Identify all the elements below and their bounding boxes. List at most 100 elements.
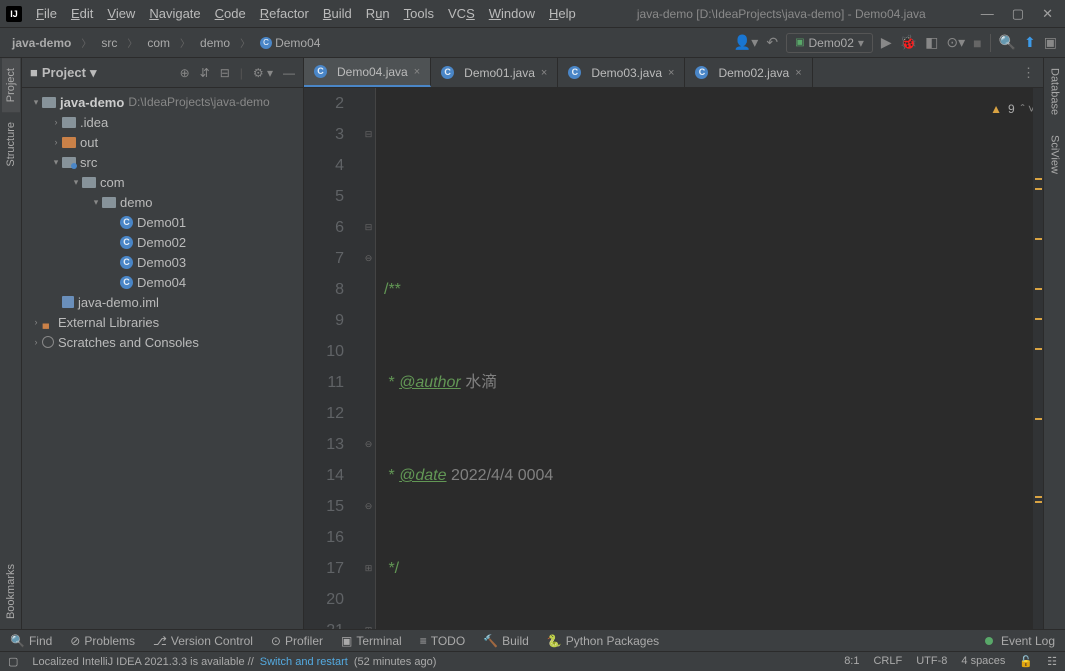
status-restart-link[interactable]: Switch and restart (260, 656, 348, 668)
tab-demo04[interactable]: CDemo04.java× (304, 58, 431, 87)
select-opened-icon[interactable]: ⊕ (180, 66, 190, 80)
tool-terminal[interactable]: ▣ Terminal (341, 634, 402, 648)
tree-scratch[interactable]: ›Scratches and Consoles (22, 332, 303, 352)
tree-com[interactable]: ▾com (22, 172, 303, 192)
main-menu: File Edit View Navigate Code Refactor Bu… (30, 3, 582, 24)
class-icon: C (120, 256, 133, 269)
status-icon[interactable]: ▢ (8, 655, 18, 668)
collapse-all-icon[interactable]: ⊟ (220, 66, 230, 80)
crumb-src[interactable]: src (97, 34, 121, 52)
status-readonly-icon[interactable]: 🔓 (1019, 655, 1033, 668)
stop-button[interactable]: ■ (973, 35, 981, 51)
ide-settings-button[interactable]: ▣ (1044, 34, 1057, 51)
code-content[interactable]: ▲9 ˆ ˅ /** * @author 水滴 * @date 2022/4/4… (376, 88, 1043, 629)
gutter-sciview[interactable]: SciView (1046, 125, 1064, 184)
class-icon: C (314, 65, 327, 78)
class-icon: C (120, 276, 133, 289)
coverage-button[interactable]: ◧ (925, 34, 938, 51)
search-button[interactable]: 🔍 (999, 34, 1016, 51)
code-editor[interactable]: 2345678910111213141516172021 ⊟⊟⊖⊖⊖⊞⊞ ▲9 … (304, 88, 1043, 629)
status-encoding[interactable]: UTF-8 (916, 655, 947, 668)
minimize-button[interactable]: — (981, 6, 994, 22)
status-eol[interactable]: CRLF (873, 655, 902, 668)
tree-demo01[interactable]: CDemo01 (22, 212, 303, 232)
crumb-demo[interactable]: demo (196, 34, 234, 52)
close-button[interactable]: ✕ (1042, 6, 1053, 22)
tree-ext-lib[interactable]: ›External Libraries (22, 312, 303, 332)
crumb-class[interactable]: CDemo04 (256, 34, 324, 52)
tree-src[interactable]: ▾src (22, 152, 303, 172)
close-icon[interactable]: × (795, 67, 801, 79)
gutter-database[interactable]: Database (1046, 58, 1064, 125)
update-button[interactable]: ⬆ (1024, 34, 1036, 51)
right-tool-gutter: Database SciView (1043, 58, 1065, 629)
inspections-widget[interactable]: ▲9 ˆ ˅ (990, 94, 1035, 125)
gutter-structure[interactable]: Structure (2, 112, 20, 177)
tool-todo[interactable]: ≡ TODO (420, 634, 465, 648)
status-memory-icon[interactable]: ☷ (1047, 655, 1057, 668)
statusbar: ▢ Localized IntelliJ IDEA 2021.3.3 is av… (0, 651, 1065, 671)
editor-tabs: CDemo04.java× CDemo01.java× CDemo03.java… (304, 58, 1043, 88)
tab-demo02[interactable]: CDemo02.java× (685, 58, 812, 87)
settings-icon[interactable]: ⚙ ▾ (253, 66, 273, 80)
tab-demo01[interactable]: CDemo01.java× (431, 58, 558, 87)
tree-out[interactable]: ›out (22, 132, 303, 152)
status-indent[interactable]: 4 spaces (961, 655, 1005, 668)
class-icon: C (441, 66, 454, 79)
tool-python[interactable]: 🐍 Python Packages (547, 634, 659, 648)
crumb-project[interactable]: java-demo (8, 34, 75, 52)
close-icon[interactable]: × (414, 66, 420, 78)
tree-idea[interactable]: ›.idea (22, 112, 303, 132)
tree-demo03[interactable]: CDemo03 (22, 252, 303, 272)
tool-build[interactable]: 🔨 Build (483, 634, 529, 648)
tool-vcs[interactable]: ⎇ Version Control (153, 634, 253, 648)
tree-demo04[interactable]: CDemo04 (22, 272, 303, 292)
tabs-more-icon[interactable]: ⋮ (1022, 65, 1035, 81)
tool-event-log[interactable]: Event Log (985, 634, 1055, 648)
window-controls: — ▢ ✕ (981, 6, 1053, 22)
tool-profiler[interactable]: ⊙ Profiler (271, 634, 323, 648)
bottom-tool-strip: 🔍 Find ⊘ Problems ⎇ Version Control ⊙ Pr… (0, 629, 1065, 651)
class-icon: C (120, 236, 133, 249)
gutter-bookmarks[interactable]: Bookmarks (2, 554, 20, 629)
menu-build[interactable]: Build (317, 3, 358, 24)
menu-refactor[interactable]: Refactor (254, 3, 315, 24)
hide-panel-icon[interactable]: — (283, 66, 295, 80)
menu-view[interactable]: View (101, 3, 141, 24)
menu-code[interactable]: Code (209, 3, 252, 24)
debug-button[interactable]: 🐞 (900, 34, 917, 51)
tool-find[interactable]: 🔍 Find (10, 634, 52, 648)
panel-title[interactable]: ■ Project ▾ (30, 65, 96, 81)
close-icon[interactable]: × (541, 67, 547, 79)
window-title: java-demo [D:\IdeaProjects\java-demo] - … (582, 7, 981, 21)
crumb-com[interactable]: com (143, 34, 174, 52)
tool-problems[interactable]: ⊘ Problems (70, 634, 135, 648)
menu-file[interactable]: File (30, 3, 63, 24)
toolbar: java-demo src com demo CDemo04 👤▾ ↶ ▣ De… (0, 28, 1065, 58)
class-icon: C (695, 66, 708, 79)
tree-root[interactable]: ▾java-demoD:\IdeaProjects\java-demo (22, 92, 303, 112)
menu-help[interactable]: Help (543, 3, 582, 24)
maximize-button[interactable]: ▢ (1012, 6, 1024, 22)
close-icon[interactable]: × (668, 67, 674, 79)
tree-demo[interactable]: ▾demo (22, 192, 303, 212)
warning-icon: ▲ (990, 94, 1002, 125)
menu-navigate[interactable]: Navigate (143, 3, 206, 24)
status-position[interactable]: 8:1 (844, 655, 859, 668)
menu-vcs[interactable]: VCS (442, 3, 481, 24)
back-arrow-icon[interactable]: ↶ (766, 34, 778, 51)
menu-run[interactable]: Run (360, 3, 396, 24)
run-button[interactable]: ▶ (881, 34, 892, 51)
tab-demo03[interactable]: CDemo03.java× (558, 58, 685, 87)
error-stripe[interactable] (1033, 88, 1043, 629)
menu-edit[interactable]: Edit (65, 3, 99, 24)
profile-button[interactable]: ⊙▾ (946, 34, 965, 51)
gutter-project[interactable]: Project (2, 58, 20, 112)
tree-demo02[interactable]: CDemo02 (22, 232, 303, 252)
run-config-select[interactable]: ▣ Demo02 ▾ (786, 33, 873, 53)
expand-all-icon[interactable]: ⇵ (200, 66, 210, 80)
user-icon[interactable]: 👤▾ (734, 34, 758, 51)
menu-tools[interactable]: Tools (398, 3, 440, 24)
tree-iml[interactable]: java-demo.iml (22, 292, 303, 312)
menu-window[interactable]: Window (483, 3, 541, 24)
